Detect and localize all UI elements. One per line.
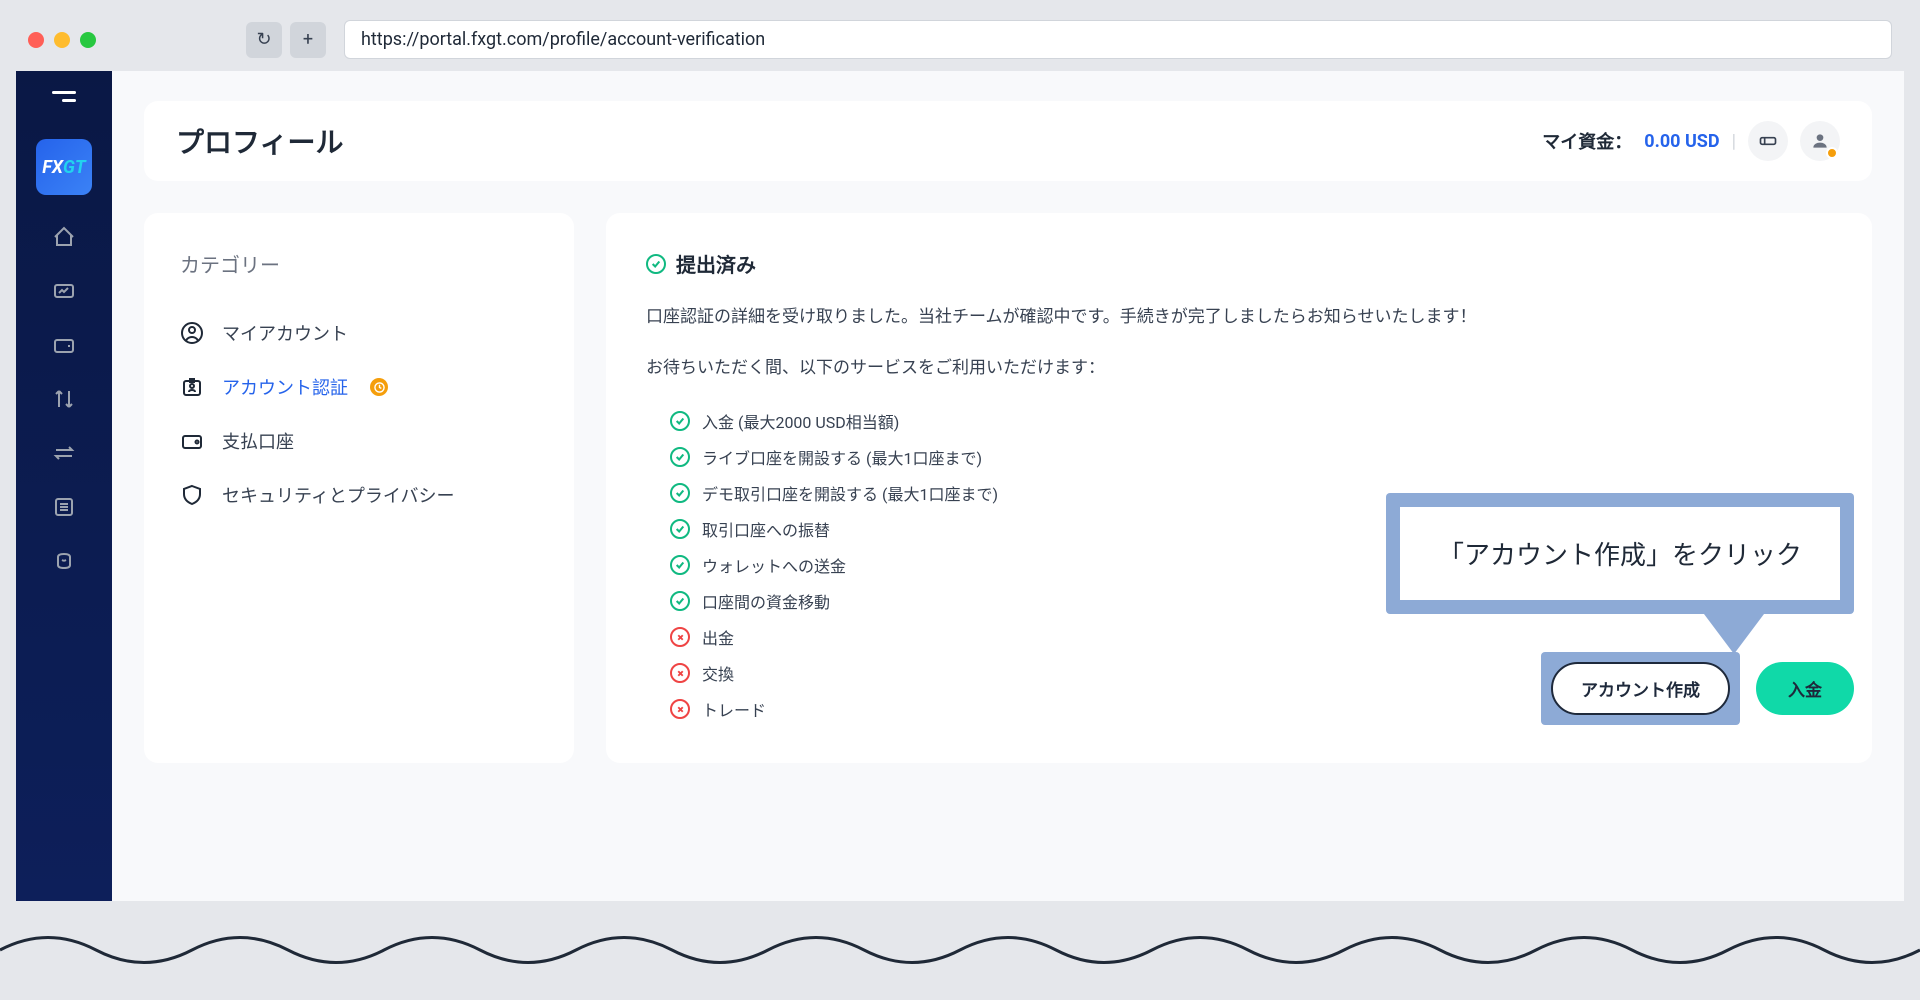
callout-arrow-icon (1704, 614, 1764, 654)
torn-edge-decoration (0, 920, 1920, 980)
window-close-icon[interactable] (28, 32, 44, 48)
instruction-callout: 「アカウント作成」をクリック (1386, 493, 1854, 614)
funds-label: マイ資金： (1542, 128, 1632, 154)
description-2: お待ちいただく間、以下のサービスをご利用いただけます： (646, 353, 1832, 384)
window-minimize-icon[interactable] (54, 32, 70, 48)
ticket-button[interactable] (1748, 121, 1788, 161)
check-icon (670, 447, 690, 467)
submitted-heading: 提出済み (676, 249, 756, 278)
menu-toggle-icon[interactable] (52, 91, 76, 109)
check-circle-icon (646, 254, 666, 274)
sidebar-item-label: セキュリティとプライバシー (222, 482, 455, 508)
exchange-icon[interactable] (52, 441, 76, 465)
page-title: プロフィール (176, 121, 343, 161)
page-header: プロフィール マイ資金： 0.00 USD | (144, 101, 1872, 181)
sidebar-item-account-verification[interactable]: アカウント認証 (180, 360, 538, 414)
user-circle-icon (180, 321, 204, 345)
url-bar[interactable]: https://portal.fxgt.com/profile/account-… (344, 20, 1892, 59)
check-icon (670, 483, 690, 503)
trade-icon[interactable] (52, 549, 76, 573)
feature-item: ライブ口座を開設する (最大1口座まで) (670, 439, 1832, 475)
avatar-button[interactable] (1800, 121, 1840, 161)
callout-text: 「アカウント作成」をクリック (1400, 507, 1840, 600)
list-icon[interactable] (52, 495, 76, 519)
home-icon[interactable] (52, 225, 76, 249)
check-icon (670, 555, 690, 575)
x-icon (670, 699, 690, 719)
check-icon (670, 411, 690, 431)
transfer-icon[interactable] (52, 387, 76, 411)
wallet-icon[interactable] (52, 333, 76, 357)
left-nav: FXGT (16, 71, 112, 901)
id-card-icon (180, 375, 204, 399)
x-icon (670, 627, 690, 647)
clock-badge-icon (370, 378, 388, 396)
sidebar-item-label: マイアカウント (222, 320, 348, 346)
pending-badge-icon (1826, 147, 1838, 159)
sidebar-item-payment-account[interactable]: 支払口座 (180, 414, 538, 468)
deposit-button[interactable]: 入金 (1756, 662, 1854, 715)
shield-icon (180, 483, 204, 507)
sidebar-item-my-account[interactable]: マイアカウント (180, 306, 538, 360)
x-icon (670, 663, 690, 683)
check-icon (670, 519, 690, 539)
wallet-icon (180, 429, 204, 453)
check-icon (670, 591, 690, 611)
feature-item: 入金 (最大2000 USD相当額) (670, 403, 1832, 439)
sidebar-item-label: アカウント認証 (222, 374, 348, 400)
action-buttons: アカウント作成 入金 (1541, 652, 1854, 725)
main-content: 提出済み 口座認証の詳細を受け取りました。当社チームが確認中です。手続きが完了し… (606, 213, 1872, 763)
window-maximize-icon[interactable] (80, 32, 96, 48)
create-account-button[interactable]: アカウント作成 (1551, 662, 1730, 715)
new-tab-button[interactable]: + (290, 22, 326, 58)
funds-value: 0.00 USD (1644, 131, 1719, 152)
brand-logo[interactable]: FXGT (36, 139, 92, 195)
sidebar-item-security[interactable]: セキュリティとプライバシー (180, 468, 538, 522)
highlighted-button-wrapper: アカウント作成 (1541, 652, 1740, 725)
browser-titlebar: ↻ + https://portal.fxgt.com/profile/acco… (8, 8, 1912, 71)
description-1: 口座認証の詳細を受け取りました。当社チームが確認中です。手続きが完了しましたらお… (646, 302, 1832, 333)
refresh-button[interactable]: ↻ (246, 22, 282, 58)
sidebar-heading: カテゴリー (180, 249, 538, 278)
sidebar-item-label: 支払口座 (222, 428, 294, 454)
feature-item: 出金 (670, 619, 1832, 655)
category-sidebar: カテゴリー マイアカウント アカウント認証 (144, 213, 574, 763)
chart-icon[interactable] (52, 279, 76, 303)
